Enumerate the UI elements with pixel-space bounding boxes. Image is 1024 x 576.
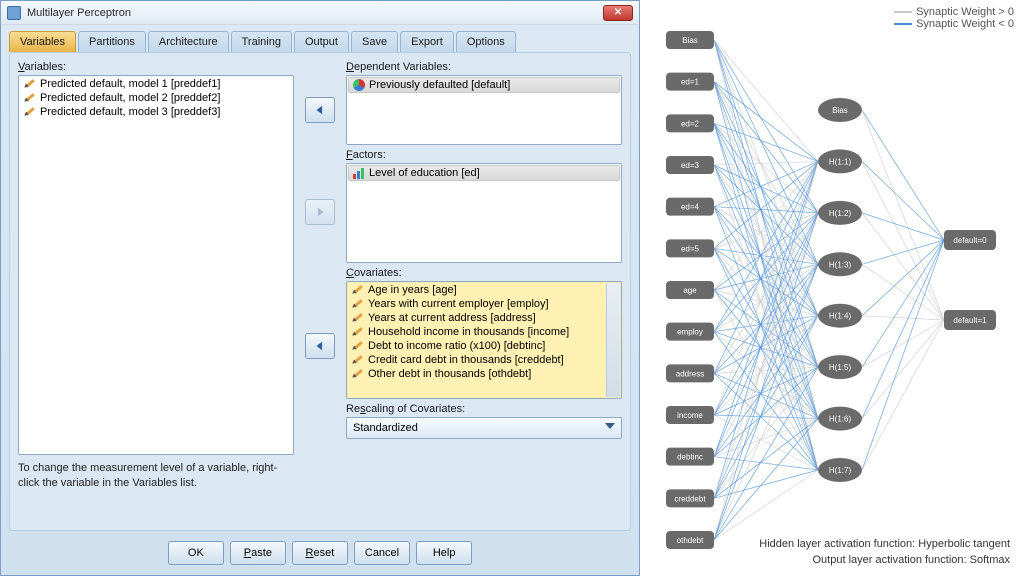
list-item[interactable]: Predicted default, model 3 [preddef3]: [20, 105, 292, 119]
svg-text:H(1:4): H(1:4): [829, 312, 852, 321]
svg-text:H(1:5): H(1:5): [829, 363, 852, 372]
svg-text:creddebt: creddebt: [674, 494, 706, 503]
scale-icon: [352, 354, 364, 366]
svg-text:income: income: [677, 411, 703, 420]
window-title: Multilayer Perceptron: [27, 7, 603, 19]
scale-icon: [352, 284, 364, 296]
svg-text:H(1:6): H(1:6): [829, 415, 852, 424]
close-button[interactable]: ✕: [603, 5, 633, 21]
svg-text:ed=3: ed=3: [681, 161, 700, 170]
scale-icon: [24, 106, 36, 118]
list-item[interactable]: Other debt in thousands [othdebt]: [348, 367, 620, 381]
svg-text:H(1:1): H(1:1): [829, 157, 852, 166]
list-item[interactable]: Household income in thousands [income]: [348, 325, 620, 339]
tab-save[interactable]: Save: [351, 31, 398, 52]
svg-text:ed=2: ed=2: [681, 119, 700, 128]
scale-icon: [352, 312, 364, 324]
svg-text:ed=4: ed=4: [681, 203, 700, 212]
list-item[interactable]: Years at current address [address]: [348, 311, 620, 325]
tab-export[interactable]: Export: [400, 31, 454, 52]
svg-text:Bias: Bias: [682, 36, 698, 45]
tab-output[interactable]: Output: [294, 31, 349, 52]
list-item[interactable]: Predicted default, model 1 [preddef1]: [20, 77, 292, 91]
move-to-factors-button[interactable]: [305, 199, 335, 225]
legend: Synaptic Weight > 0 Synaptic Weight < 0: [894, 6, 1014, 30]
tab-bar: VariablesPartitionsArchitectureTrainingO…: [1, 25, 639, 52]
rescale-dropdown[interactable]: Standardized: [346, 417, 622, 439]
svg-text:Bias: Bias: [832, 106, 848, 115]
scale-icon: [352, 298, 364, 310]
target-lists-column: Dependent Variables: Previously defaulte…: [346, 61, 622, 522]
scale-icon: [352, 340, 364, 352]
svg-text:default=0: default=0: [953, 236, 987, 245]
factors-list[interactable]: Level of education [ed]: [346, 163, 622, 263]
tab-options[interactable]: Options: [456, 31, 516, 52]
svg-text:debtinc: debtinc: [677, 453, 703, 462]
tab-architecture[interactable]: Architecture: [148, 31, 229, 52]
covariates-list[interactable]: Age in years [age]Years with current emp…: [346, 281, 622, 399]
move-to-covariates-button[interactable]: [305, 333, 335, 359]
svg-text:othdebt: othdebt: [677, 536, 704, 545]
app-icon: [7, 6, 21, 20]
titlebar: Multilayer Perceptron ✕: [1, 1, 639, 25]
list-item[interactable]: Level of education [ed]: [348, 165, 620, 181]
paste-button[interactable]: Paste: [230, 541, 286, 565]
svg-text:H(1:2): H(1:2): [829, 209, 852, 218]
svg-text:address: address: [676, 369, 704, 378]
move-buttons-column: [300, 61, 340, 455]
list-item[interactable]: Predicted default, model 2 [preddef2]: [20, 91, 292, 105]
source-variables-section: Variables: Predicted default, model 1 [p…: [18, 61, 294, 455]
variables-panel: Variables: Predicted default, model 1 [p…: [9, 52, 631, 531]
scale-icon: [24, 78, 36, 90]
dialog-button-row: OKPasteResetCancelHelp: [1, 535, 639, 575]
source-variables-list[interactable]: Predicted default, model 1 [preddef1]Pre…: [18, 75, 294, 455]
tab-partitions[interactable]: Partitions: [78, 31, 146, 52]
svg-text:H(1:3): H(1:3): [829, 260, 852, 269]
move-to-dv-button[interactable]: [305, 97, 335, 123]
scale-icon: [352, 368, 364, 380]
diagram-caption: Hidden layer activation function: Hyperb…: [759, 537, 1010, 568]
nominal-icon: [353, 79, 365, 91]
svg-text:employ: employ: [677, 328, 703, 337]
list-item[interactable]: Years with current employer [employ]: [348, 297, 620, 311]
chevron-down-icon: [605, 423, 615, 434]
tab-training[interactable]: Training: [231, 31, 292, 52]
help-button[interactable]: Help: [416, 541, 472, 565]
reset-button[interactable]: Reset: [292, 541, 348, 565]
list-item[interactable]: Credit card debt in thousands [creddebt]: [348, 353, 620, 367]
hint-text: To change the measurement level of a var…: [18, 461, 294, 490]
covariates-label: Covariates:: [346, 267, 622, 279]
svg-text:age: age: [683, 286, 697, 295]
dependent-variables-list[interactable]: Previously defaulted [default]: [346, 75, 622, 145]
list-item[interactable]: Age in years [age]: [348, 283, 620, 297]
svg-text:ed=5: ed=5: [681, 244, 700, 253]
list-item[interactable]: Debt to income ratio (x100) [debtinc]: [348, 339, 620, 353]
scale-icon: [24, 92, 36, 104]
rescale-value: Standardized: [353, 422, 418, 434]
factors-label: Factors:: [346, 149, 622, 161]
list-item[interactable]: Previously defaulted [default]: [348, 77, 620, 93]
network-svg: Bias ed=1 ed=2 ed=3 ed=4 ed=5 age employ address…: [640, 0, 1024, 576]
svg-text:default=1: default=1: [953, 316, 987, 325]
variables-label: Variables:: [18, 61, 294, 73]
rescale-label: Rescaling of Covariates:: [346, 403, 622, 415]
network-diagram: Synaptic Weight > 0 Synaptic Weight < 0 …: [640, 0, 1024, 576]
scale-icon: [352, 326, 364, 338]
ok-button[interactable]: OK: [168, 541, 224, 565]
mlp-dialog: Multilayer Perceptron ✕ VariablesPartiti…: [0, 0, 640, 576]
tab-variables[interactable]: Variables: [9, 31, 76, 52]
dv-label: Dependent Variables:: [346, 61, 622, 73]
ordinal-icon: [353, 167, 365, 179]
svg-text:H(1:7): H(1:7): [829, 466, 852, 475]
svg-text:ed=1: ed=1: [681, 78, 700, 87]
cancel-button[interactable]: Cancel: [354, 541, 410, 565]
scrollbar[interactable]: [606, 283, 620, 397]
